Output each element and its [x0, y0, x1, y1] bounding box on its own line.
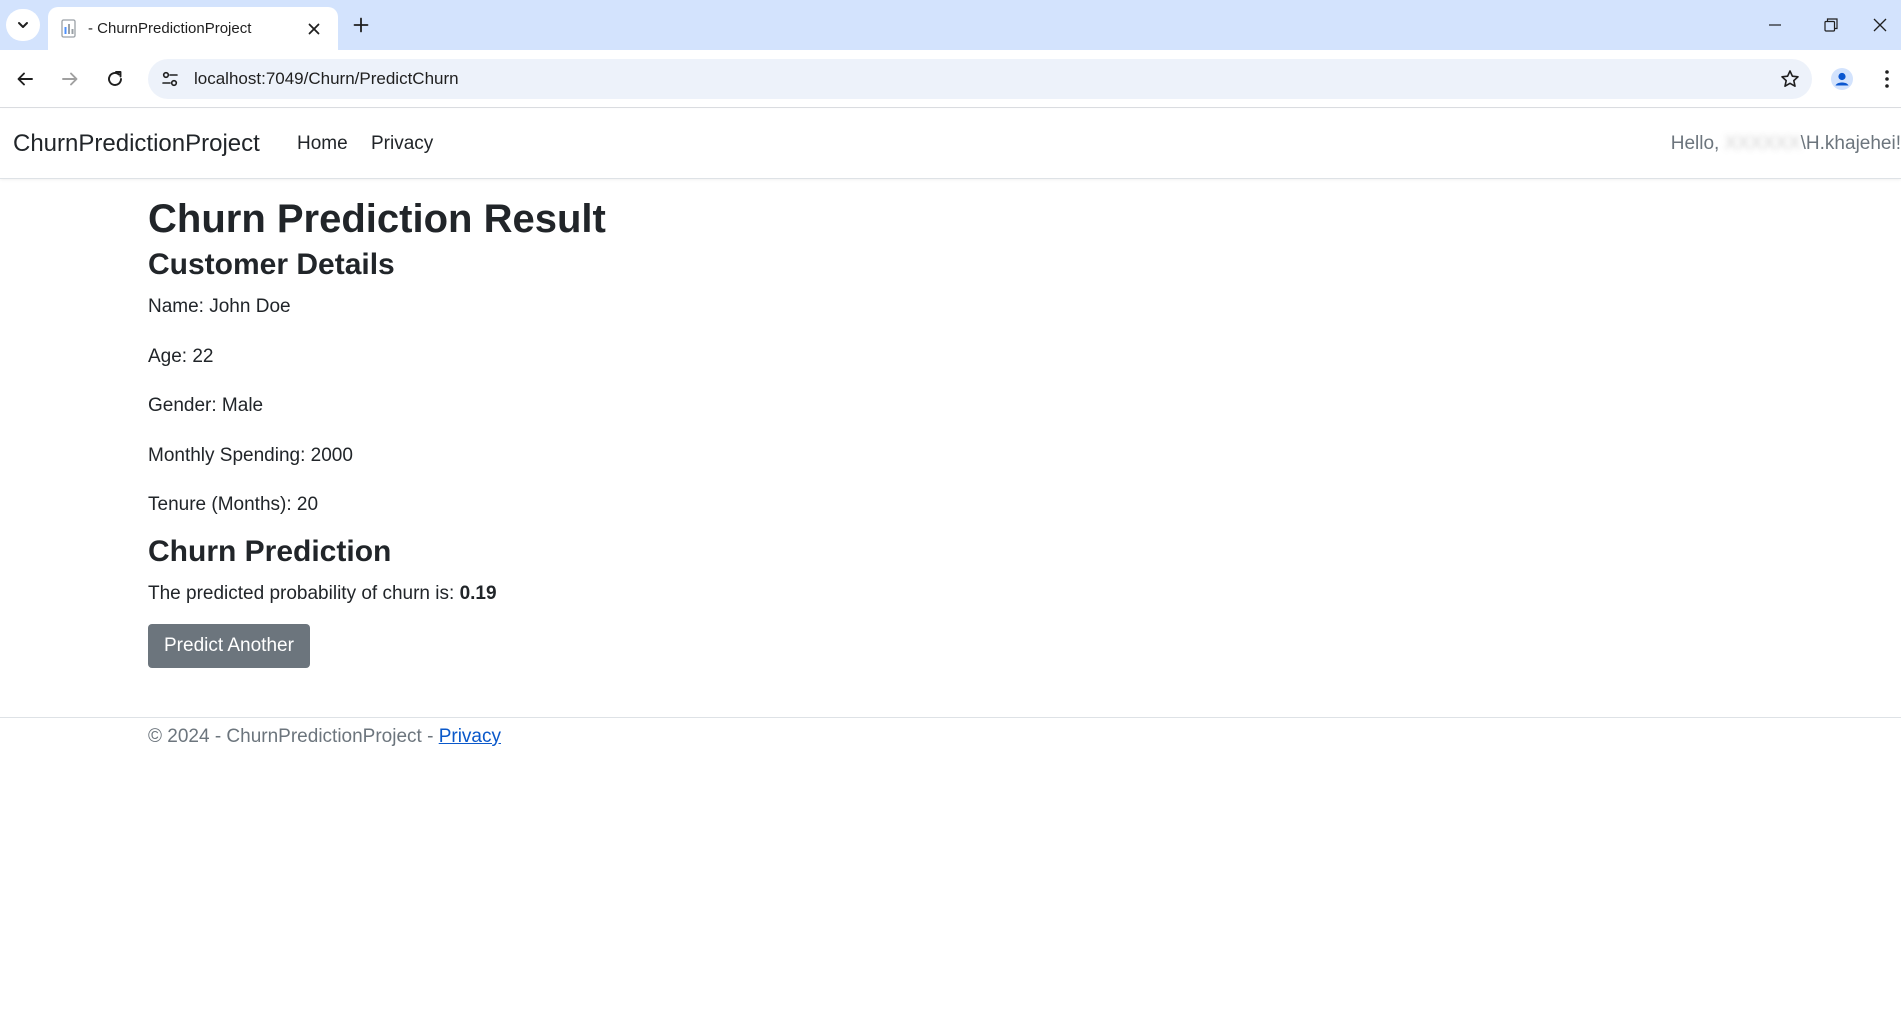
bookmark-button[interactable]: [1768, 59, 1812, 99]
star-icon: [1781, 70, 1799, 87]
redacted-username-part: XXXXXX: [1724, 132, 1801, 154]
detail-gender: Gender: Male: [148, 395, 264, 416]
reload-button[interactable]: [99, 63, 131, 95]
detail-monthly-spending: Monthly Spending: 2000: [148, 444, 353, 466]
chevron-down-icon: [18, 22, 28, 28]
new-tab-button[interactable]: [347, 11, 375, 39]
page-title: Churn Prediction Result: [148, 197, 606, 241]
prediction-label: The predicted probability of churn is:: [148, 582, 460, 604]
detail-name: Name: John Doe: [148, 296, 291, 317]
more-vertical-icon: [1885, 70, 1889, 88]
close-window-button[interactable]: [1859, 0, 1901, 50]
prediction-value: 0.19: [459, 582, 497, 604]
prediction-text: The predicted probability of churn is: 0…: [148, 580, 1748, 609]
forward-button[interactable]: [54, 63, 86, 95]
browser-menu-button[interactable]: [1876, 63, 1898, 95]
document-icon: [61, 18, 76, 38]
customer-details-heading: Customer Details: [148, 248, 395, 281]
address-bar[interactable]: localhost:7049/Churn/PredictChurn: [148, 59, 1812, 99]
greeting-prefix: Hello,: [1670, 132, 1720, 154]
footer-copyright: © 2024 - ChurnPredictionProject -: [148, 726, 439, 747]
arrow-right-icon: [62, 72, 78, 86]
main-content: Churn Prediction Result Customer Details…: [148, 195, 1748, 668]
browser-tab-active[interactable]: - ChurnPredictionProject: [48, 7, 338, 50]
site-info-button[interactable]: [148, 59, 192, 99]
tab-search-button[interactable]: [6, 9, 40, 41]
greeting-username: \H.khajehei!: [1800, 132, 1901, 154]
site-navbar: ChurnPredictionProject Home Privacy Hell…: [0, 109, 1901, 179]
footer-privacy-link[interactable]: Privacy: [439, 726, 501, 747]
arrow-left-icon: [17, 72, 33, 86]
avatar-icon: [1831, 68, 1853, 90]
nav-link-home[interactable]: Home: [297, 133, 348, 155]
minimize-button[interactable]: [1747, 0, 1803, 50]
tab-close-button[interactable]: [304, 19, 324, 39]
site-brand-link[interactable]: ChurnPredictionProject: [13, 130, 260, 158]
user-greeting[interactable]: Hello, XXXXXX\H.khajehei!: [1671, 133, 1901, 155]
footer-text: © 2024 - ChurnPredictionProject - Privac…: [148, 723, 501, 752]
tune-icon: [162, 71, 178, 87]
browser-tabstrip: - ChurnPredictionProject: [0, 0, 1901, 50]
restore-icon: [1824, 18, 1838, 32]
reload-icon: [108, 71, 122, 86]
predict-another-button[interactable]: Predict Another: [148, 624, 310, 668]
url-text[interactable]: localhost:7049/Churn/PredictChurn: [192, 69, 1768, 89]
close-icon: [1873, 18, 1887, 32]
browser-toolbar: localhost:7049/Churn/PredictChurn: [0, 50, 1901, 108]
detail-age: Age: 22: [148, 345, 214, 367]
detail-tenure: Tenure (Months): 20: [148, 494, 319, 515]
churn-prediction-heading: Churn Prediction: [148, 534, 392, 568]
nav-link-privacy[interactable]: Privacy: [371, 133, 433, 155]
profile-button[interactable]: [1826, 63, 1858, 95]
site-footer: © 2024 - ChurnPredictionProject - Privac…: [0, 717, 1901, 767]
restore-button[interactable]: [1803, 0, 1859, 50]
tab-title: - ChurnPredictionProject: [88, 20, 252, 37]
back-button[interactable]: [9, 63, 41, 95]
close-icon: [308, 23, 320, 34]
plus-icon: [353, 17, 369, 33]
minimize-icon: [1769, 24, 1781, 26]
